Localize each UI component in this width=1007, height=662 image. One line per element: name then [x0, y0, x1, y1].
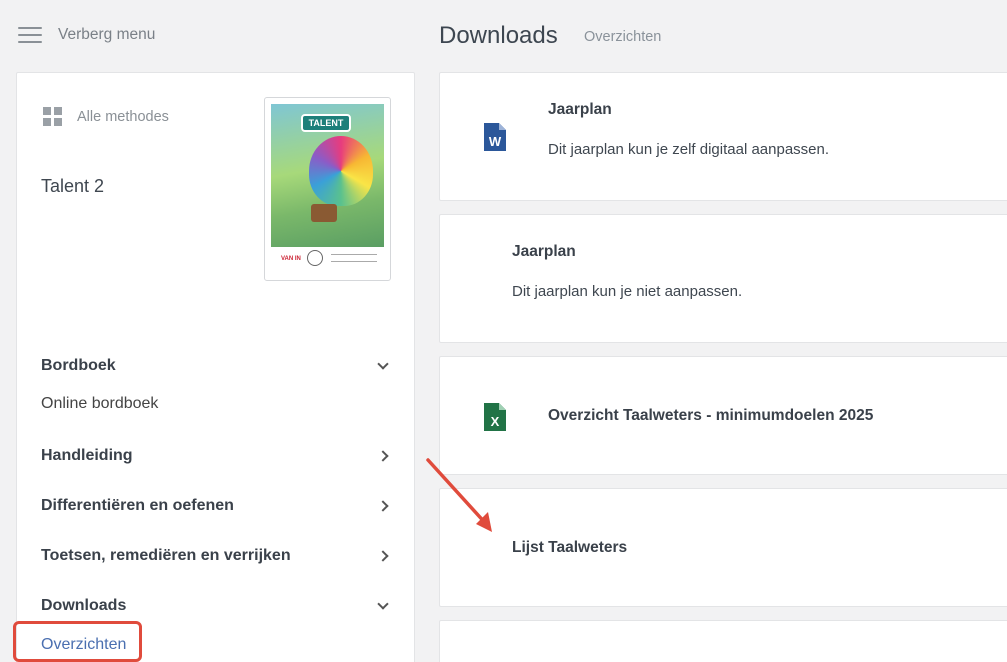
word-file-icon: W	[484, 123, 506, 151]
card-title: Overzicht Taalweters - minimumdoelen 202…	[548, 407, 874, 424]
chevron-right-icon	[377, 450, 389, 462]
card-title: Lijst Taalweters	[512, 539, 628, 556]
cover-line	[331, 261, 377, 262]
nav-section-label: Toetsen, remediëren en verrijken	[41, 547, 291, 564]
sidebar: Alle methodes Talent 2 TALENT VAN IN Bor…	[16, 72, 415, 662]
cover-footer: VAN IN	[271, 248, 384, 272]
download-card-partial[interactable]	[439, 620, 1007, 662]
breadcrumb[interactable]: Overzichten	[584, 29, 661, 45]
svg-text:X: X	[491, 414, 500, 429]
method-name: Talent 2	[41, 176, 105, 196]
publisher-logo: VAN IN	[281, 256, 301, 262]
cover-badge-icon	[307, 250, 323, 266]
chevron-right-icon	[377, 500, 389, 512]
nav-section-label: Bordboek	[41, 357, 116, 374]
download-card-jaarplan-editable[interactable]: W Jaarplan Dit jaarplan kun je zelf digi…	[439, 72, 1007, 201]
excel-file-icon: X	[484, 403, 506, 431]
hamburger-icon	[18, 26, 42, 44]
hot-air-balloon-image	[309, 136, 373, 206]
card-title: Jaarplan	[512, 243, 576, 260]
nav-section-label: Differentiëren en oefenen	[41, 497, 234, 514]
nav-section-handleiding[interactable]: Handleiding	[41, 447, 393, 465]
nav-section-bordboek[interactable]: Bordboek	[41, 357, 393, 375]
hide-menu-toggle[interactable]: Verberg menu	[18, 26, 155, 44]
nav-section-label: Handleiding	[41, 447, 133, 464]
nav-section-label: Downloads	[41, 597, 127, 614]
card-title: Jaarplan	[548, 101, 612, 118]
nav-section-downloads[interactable]: Downloads	[41, 597, 393, 615]
cover-illustration: TALENT	[271, 104, 384, 247]
all-methods-link[interactable]: Alle methodes	[43, 107, 169, 126]
page-title: Downloads	[439, 22, 558, 49]
card-description: Dit jaarplan kun je zelf digitaal aanpas…	[548, 141, 830, 158]
download-card-jaarplan-fixed[interactable]: Jaarplan Dit jaarplan kun je niet aanpas…	[439, 214, 1007, 343]
chevron-down-icon	[377, 358, 389, 370]
nav-item-online-bordboek[interactable]: Online bordboek	[41, 395, 158, 413]
card-description: Dit jaarplan kun je niet aanpassen.	[512, 283, 743, 300]
nav-section-differentieren[interactable]: Differentiëren en oefenen	[41, 497, 393, 515]
book-cover[interactable]: TALENT VAN IN	[264, 97, 391, 281]
cover-title: TALENT	[301, 114, 351, 132]
nav-item-overzichten[interactable]: Overzichten	[41, 636, 126, 654]
grid-icon	[43, 107, 62, 126]
cover-line	[331, 254, 377, 255]
chevron-right-icon	[377, 550, 389, 562]
nav-section-toetsen[interactable]: Toetsen, remediëren en verrijken	[41, 547, 393, 565]
download-card-lijst-taalweters[interactable]: Lijst Taalweters	[439, 488, 1007, 607]
download-card-overzicht-taalweters[interactable]: X Overzicht Taalweters - minimumdoelen 2…	[439, 356, 1007, 475]
chevron-down-icon	[377, 598, 389, 610]
svg-text:W: W	[489, 134, 502, 149]
hide-menu-label: Verberg menu	[58, 26, 156, 43]
all-methods-label: Alle methodes	[77, 108, 169, 125]
balloon-basket-image	[311, 204, 337, 222]
